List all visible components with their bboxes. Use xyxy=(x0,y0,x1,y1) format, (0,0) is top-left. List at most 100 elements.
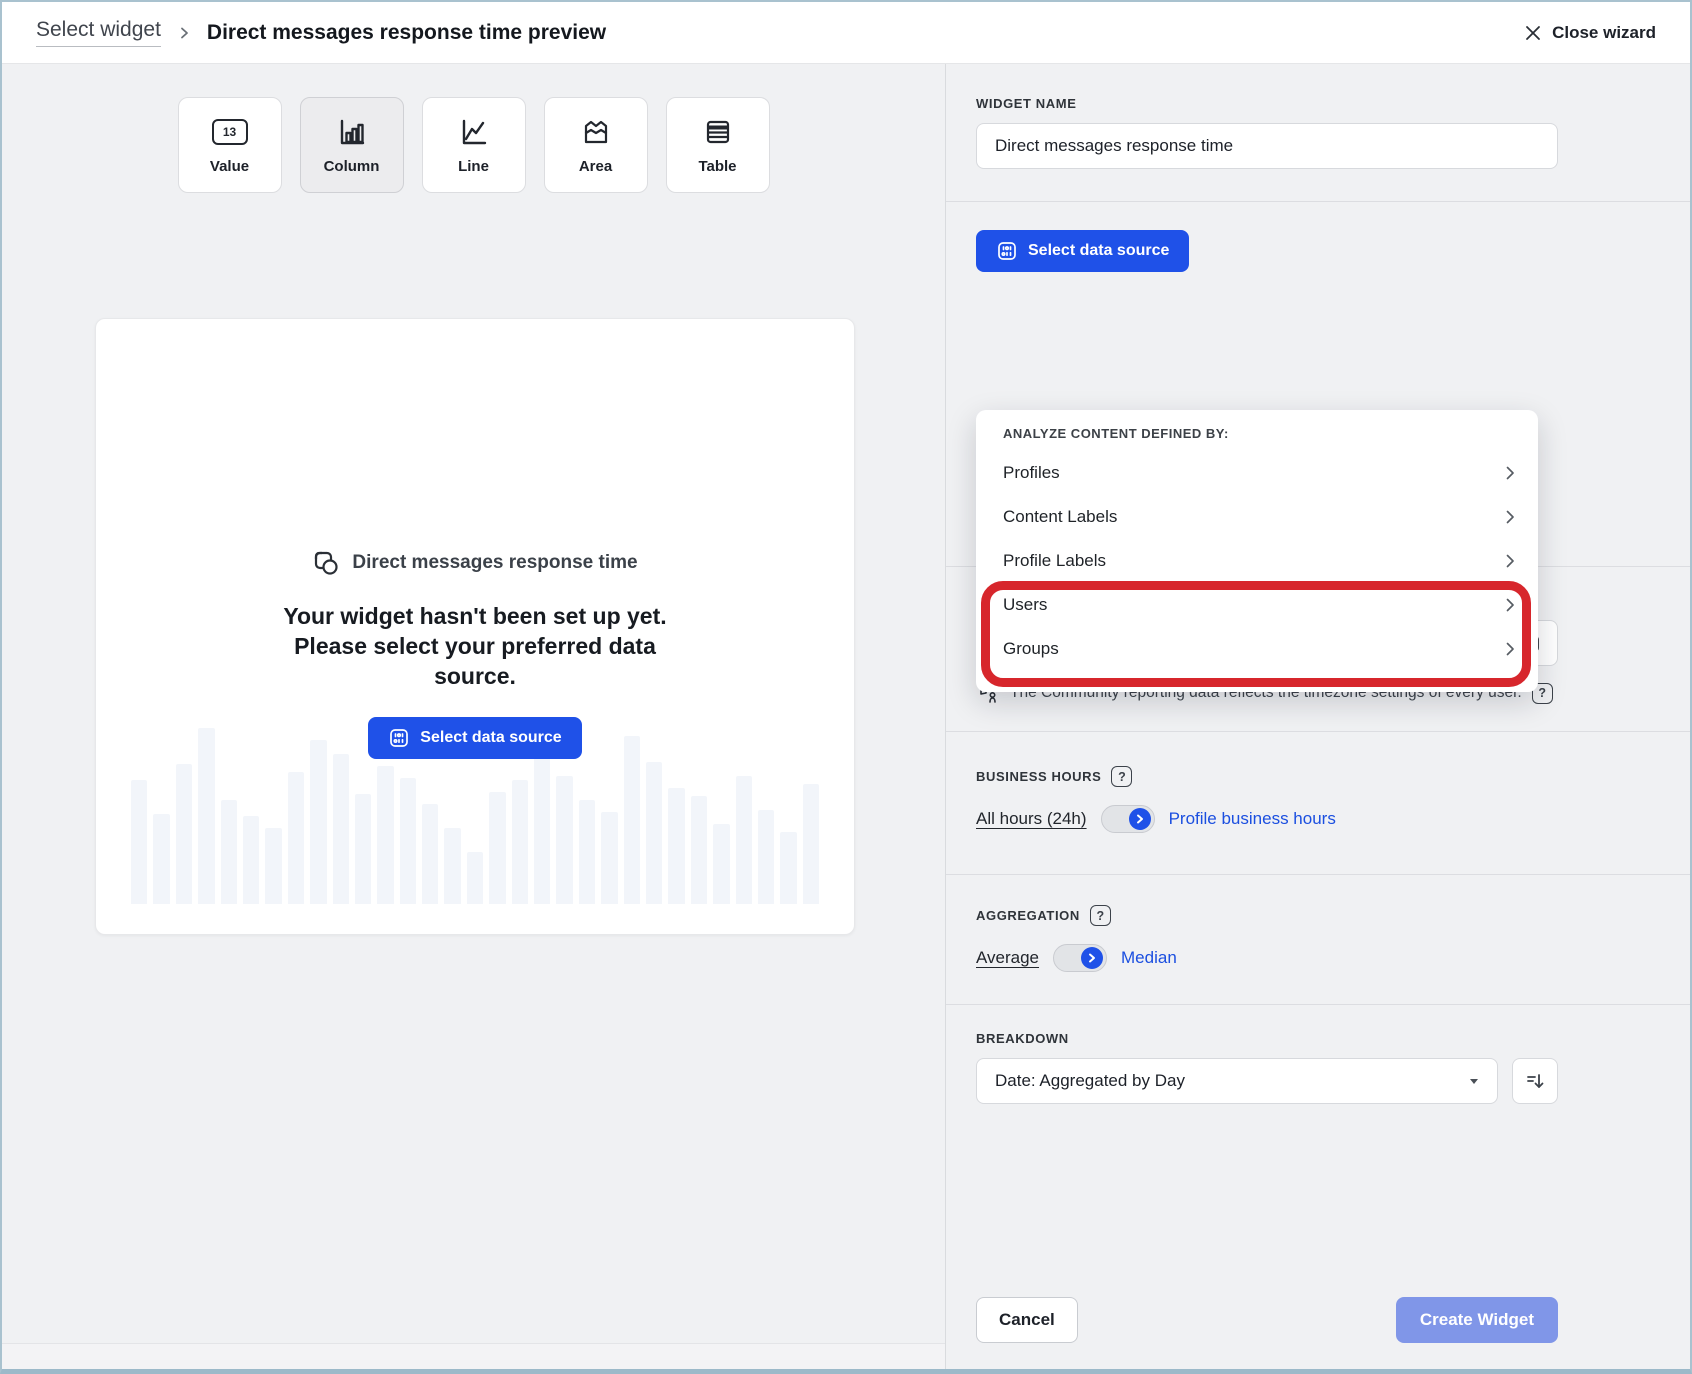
placeholder-bar xyxy=(668,788,684,904)
placeholder-bar xyxy=(265,828,281,904)
close-wizard-label: Close wizard xyxy=(1552,23,1656,43)
average-label[interactable]: Average xyxy=(976,948,1039,968)
widget-type-selector: 13 Value Column Line xyxy=(2,97,945,193)
placeholder-bar xyxy=(333,754,349,904)
breadcrumb-chevron-icon xyxy=(177,26,191,40)
area-chart-icon xyxy=(581,116,611,148)
dropdown-header: ANALYZE CONTENT DEFINED BY: xyxy=(976,426,1538,441)
page-title: Direct messages response time preview xyxy=(207,21,606,45)
preview-panel: 13 Value Column Line xyxy=(2,64,945,1369)
data-source-option-profile-labels[interactable]: Profile Labels xyxy=(976,539,1538,583)
data-source-dropdown: ANALYZE CONTENT DEFINED BY: Profiles Con… xyxy=(976,410,1538,692)
aggregation-label: AGGREGATION xyxy=(976,908,1080,923)
aggregation-help-icon[interactable]: ? xyxy=(1090,905,1111,926)
chevron-right-icon xyxy=(1502,509,1518,525)
placeholder-bar xyxy=(467,852,483,904)
business-hours-help-icon[interactable]: ? xyxy=(1111,766,1132,787)
placeholder-bar xyxy=(624,736,640,904)
aggregation-toggle[interactable] xyxy=(1053,944,1107,972)
sort-order-button[interactable] xyxy=(1512,1058,1558,1104)
option-label: Users xyxy=(1003,595,1047,615)
placeholder-bar xyxy=(713,824,729,904)
chevron-right-icon xyxy=(1502,465,1518,481)
profile-business-hours-label[interactable]: Profile business hours xyxy=(1169,809,1336,829)
placeholder-bar xyxy=(691,796,707,904)
aggregation-section: AGGREGATION ? Average Median xyxy=(946,875,1690,1005)
caret-down-icon xyxy=(1467,1074,1481,1088)
widget-type-table[interactable]: Table xyxy=(666,97,770,193)
select-data-source-label: Select data source xyxy=(420,729,561,747)
data-source-option-groups[interactable]: Groups xyxy=(976,627,1538,671)
widget-type-value[interactable]: 13 Value xyxy=(178,97,282,193)
widget-name-input[interactable] xyxy=(976,123,1558,169)
placeholder-bar xyxy=(534,748,550,904)
breakdown-section: BREAKDOWN Date: Aggregated by Day xyxy=(946,1005,1690,1104)
chevron-right-icon xyxy=(1502,641,1518,657)
data-source-section: Select data source ANALYZE CONTENT DEFIN… xyxy=(946,202,1690,567)
placeholder-bar xyxy=(444,828,460,904)
option-label: Profile Labels xyxy=(1003,551,1106,571)
placeholder-bar xyxy=(601,812,617,904)
widget-preview-card: Direct messages response time Your widge… xyxy=(95,318,855,935)
close-wizard-button[interactable]: Close wizard xyxy=(1524,23,1656,43)
line-chart-icon xyxy=(459,116,489,148)
placeholder-bar xyxy=(556,776,572,904)
widget-type-area[interactable]: Area xyxy=(544,97,648,193)
breadcrumb: Select widget Direct messages response t… xyxy=(36,18,606,47)
toggle-knob xyxy=(1129,808,1151,830)
cancel-button[interactable]: Cancel xyxy=(976,1297,1078,1343)
option-label: Content Labels xyxy=(1003,507,1117,527)
business-hours-label: BUSINESS HOURS xyxy=(976,769,1101,784)
wizard-header: Select widget Direct messages response t… xyxy=(2,2,1690,64)
placeholder-bar xyxy=(377,766,393,904)
data-source-icon xyxy=(996,240,1018,262)
widget-type-label: Value xyxy=(210,158,249,175)
placeholder-bar xyxy=(400,778,416,904)
all-hours-label[interactable]: All hours (24h) xyxy=(976,809,1087,829)
widget-wizard: { "header": { "breadcrumb": "Select widg… xyxy=(0,0,1692,1374)
placeholder-bar xyxy=(422,804,438,904)
placeholder-bar xyxy=(489,792,505,904)
table-icon xyxy=(703,116,733,148)
preview-empty-state: Direct messages response time Your widge… xyxy=(96,319,854,759)
breakdown-select[interactable]: Date: Aggregated by Day xyxy=(976,1058,1498,1104)
data-source-option-users[interactable]: Users xyxy=(976,583,1538,627)
business-hours-toggle[interactable] xyxy=(1101,805,1155,833)
preview-empty-heading: Your widget hasn't been set up yet. Plea… xyxy=(255,601,695,691)
breadcrumb-select-widget[interactable]: Select widget xyxy=(36,18,161,47)
breakdown-label: BREAKDOWN xyxy=(976,1031,1690,1046)
sort-descending-icon xyxy=(1524,1070,1546,1092)
placeholder-bar xyxy=(780,832,796,904)
placeholder-bar xyxy=(758,810,774,904)
placeholder-bar xyxy=(579,800,595,904)
breakdown-value: Date: Aggregated by Day xyxy=(995,1071,1185,1091)
business-hours-section: BUSINESS HOURS ? All hours (24h) Profile… xyxy=(946,732,1690,875)
create-widget-button[interactable]: Create Widget xyxy=(1396,1297,1558,1343)
wizard-body: 13 Value Column Line xyxy=(2,64,1690,1369)
widget-type-label: Line xyxy=(458,158,489,175)
widget-type-column[interactable]: Column xyxy=(300,97,404,193)
placeholder-bar xyxy=(131,780,147,904)
data-source-option-profiles[interactable]: Profiles xyxy=(976,451,1538,495)
data-source-option-content-labels[interactable]: Content Labels xyxy=(976,495,1538,539)
placeholder-bar xyxy=(646,762,662,904)
placeholder-bar xyxy=(310,740,326,904)
chevron-right-icon xyxy=(1502,597,1518,613)
widget-type-label: Area xyxy=(579,158,612,175)
left-panel-footer xyxy=(2,1343,945,1369)
close-icon xyxy=(1524,24,1542,42)
placeholder-bar xyxy=(153,814,169,904)
value-icon: 13 xyxy=(212,116,248,148)
widget-type-line[interactable]: Line xyxy=(422,97,526,193)
chevron-right-icon xyxy=(1502,553,1518,569)
placeholder-bar xyxy=(221,800,237,904)
widget-type-label: Column xyxy=(324,158,380,175)
toggle-knob xyxy=(1081,947,1103,969)
median-label[interactable]: Median xyxy=(1121,948,1177,968)
widget-type-label: Table xyxy=(698,158,736,175)
settings-sidebar: WIDGET NAME Select data source ANALYZE C… xyxy=(946,64,1690,1369)
select-data-source-button[interactable]: Select data source xyxy=(368,717,581,759)
widget-metric-icon xyxy=(312,549,340,577)
select-data-source-button-sidebar[interactable]: Select data source xyxy=(976,230,1189,272)
placeholder-bar xyxy=(176,764,192,904)
